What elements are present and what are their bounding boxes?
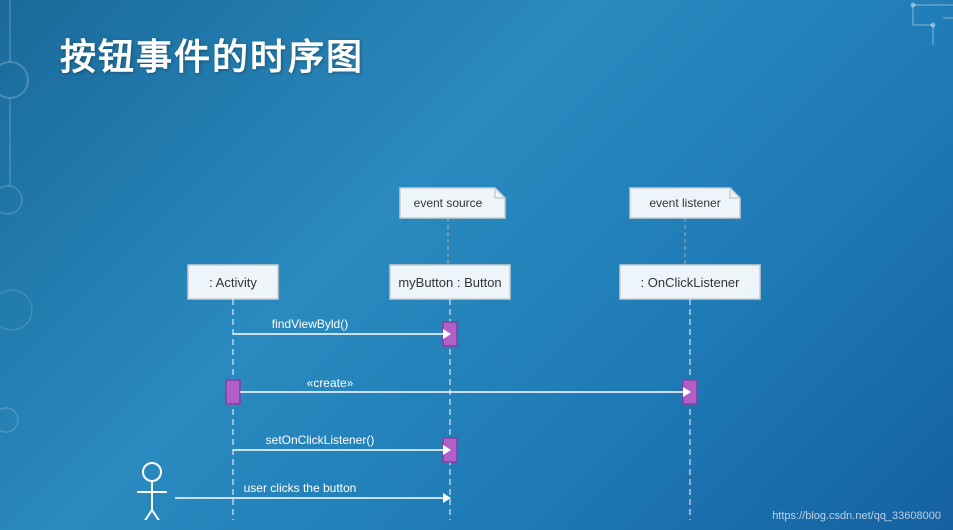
svg-text:: OnClickListener: : OnClickListener [641, 275, 741, 290]
deco-top-right [863, 0, 953, 50]
lifeline-activity: : Activity [188, 265, 278, 299]
svg-text:: Activity: : Activity [209, 275, 257, 290]
label-setonclick: setOnClickListener() [266, 433, 375, 447]
stick-figure-user [137, 463, 167, 520]
page-title: 按钮事件的时序图 [60, 28, 364, 80]
label-userclick: user clicks the button [244, 481, 357, 495]
activation-activity-1 [226, 380, 240, 404]
svg-text:event source: event source [414, 196, 483, 210]
lifeline-listener: : OnClickListener [620, 265, 760, 299]
svg-text:event listener: event listener [649, 196, 720, 210]
note-event-source: event source [400, 188, 505, 218]
lifeline-button: myButton : Button [390, 265, 510, 299]
watermark: https://blog.csdn.net/qq_33608000 [772, 510, 941, 522]
label-create: «create» [307, 376, 354, 390]
svg-text:myButton : Button: myButton : Button [398, 275, 501, 290]
sequence-diagram: event source event listener : Activity m… [0, 90, 953, 520]
label-findviewbyid: findViewByld() [272, 317, 348, 331]
note-event-listener: event listener [630, 188, 740, 218]
